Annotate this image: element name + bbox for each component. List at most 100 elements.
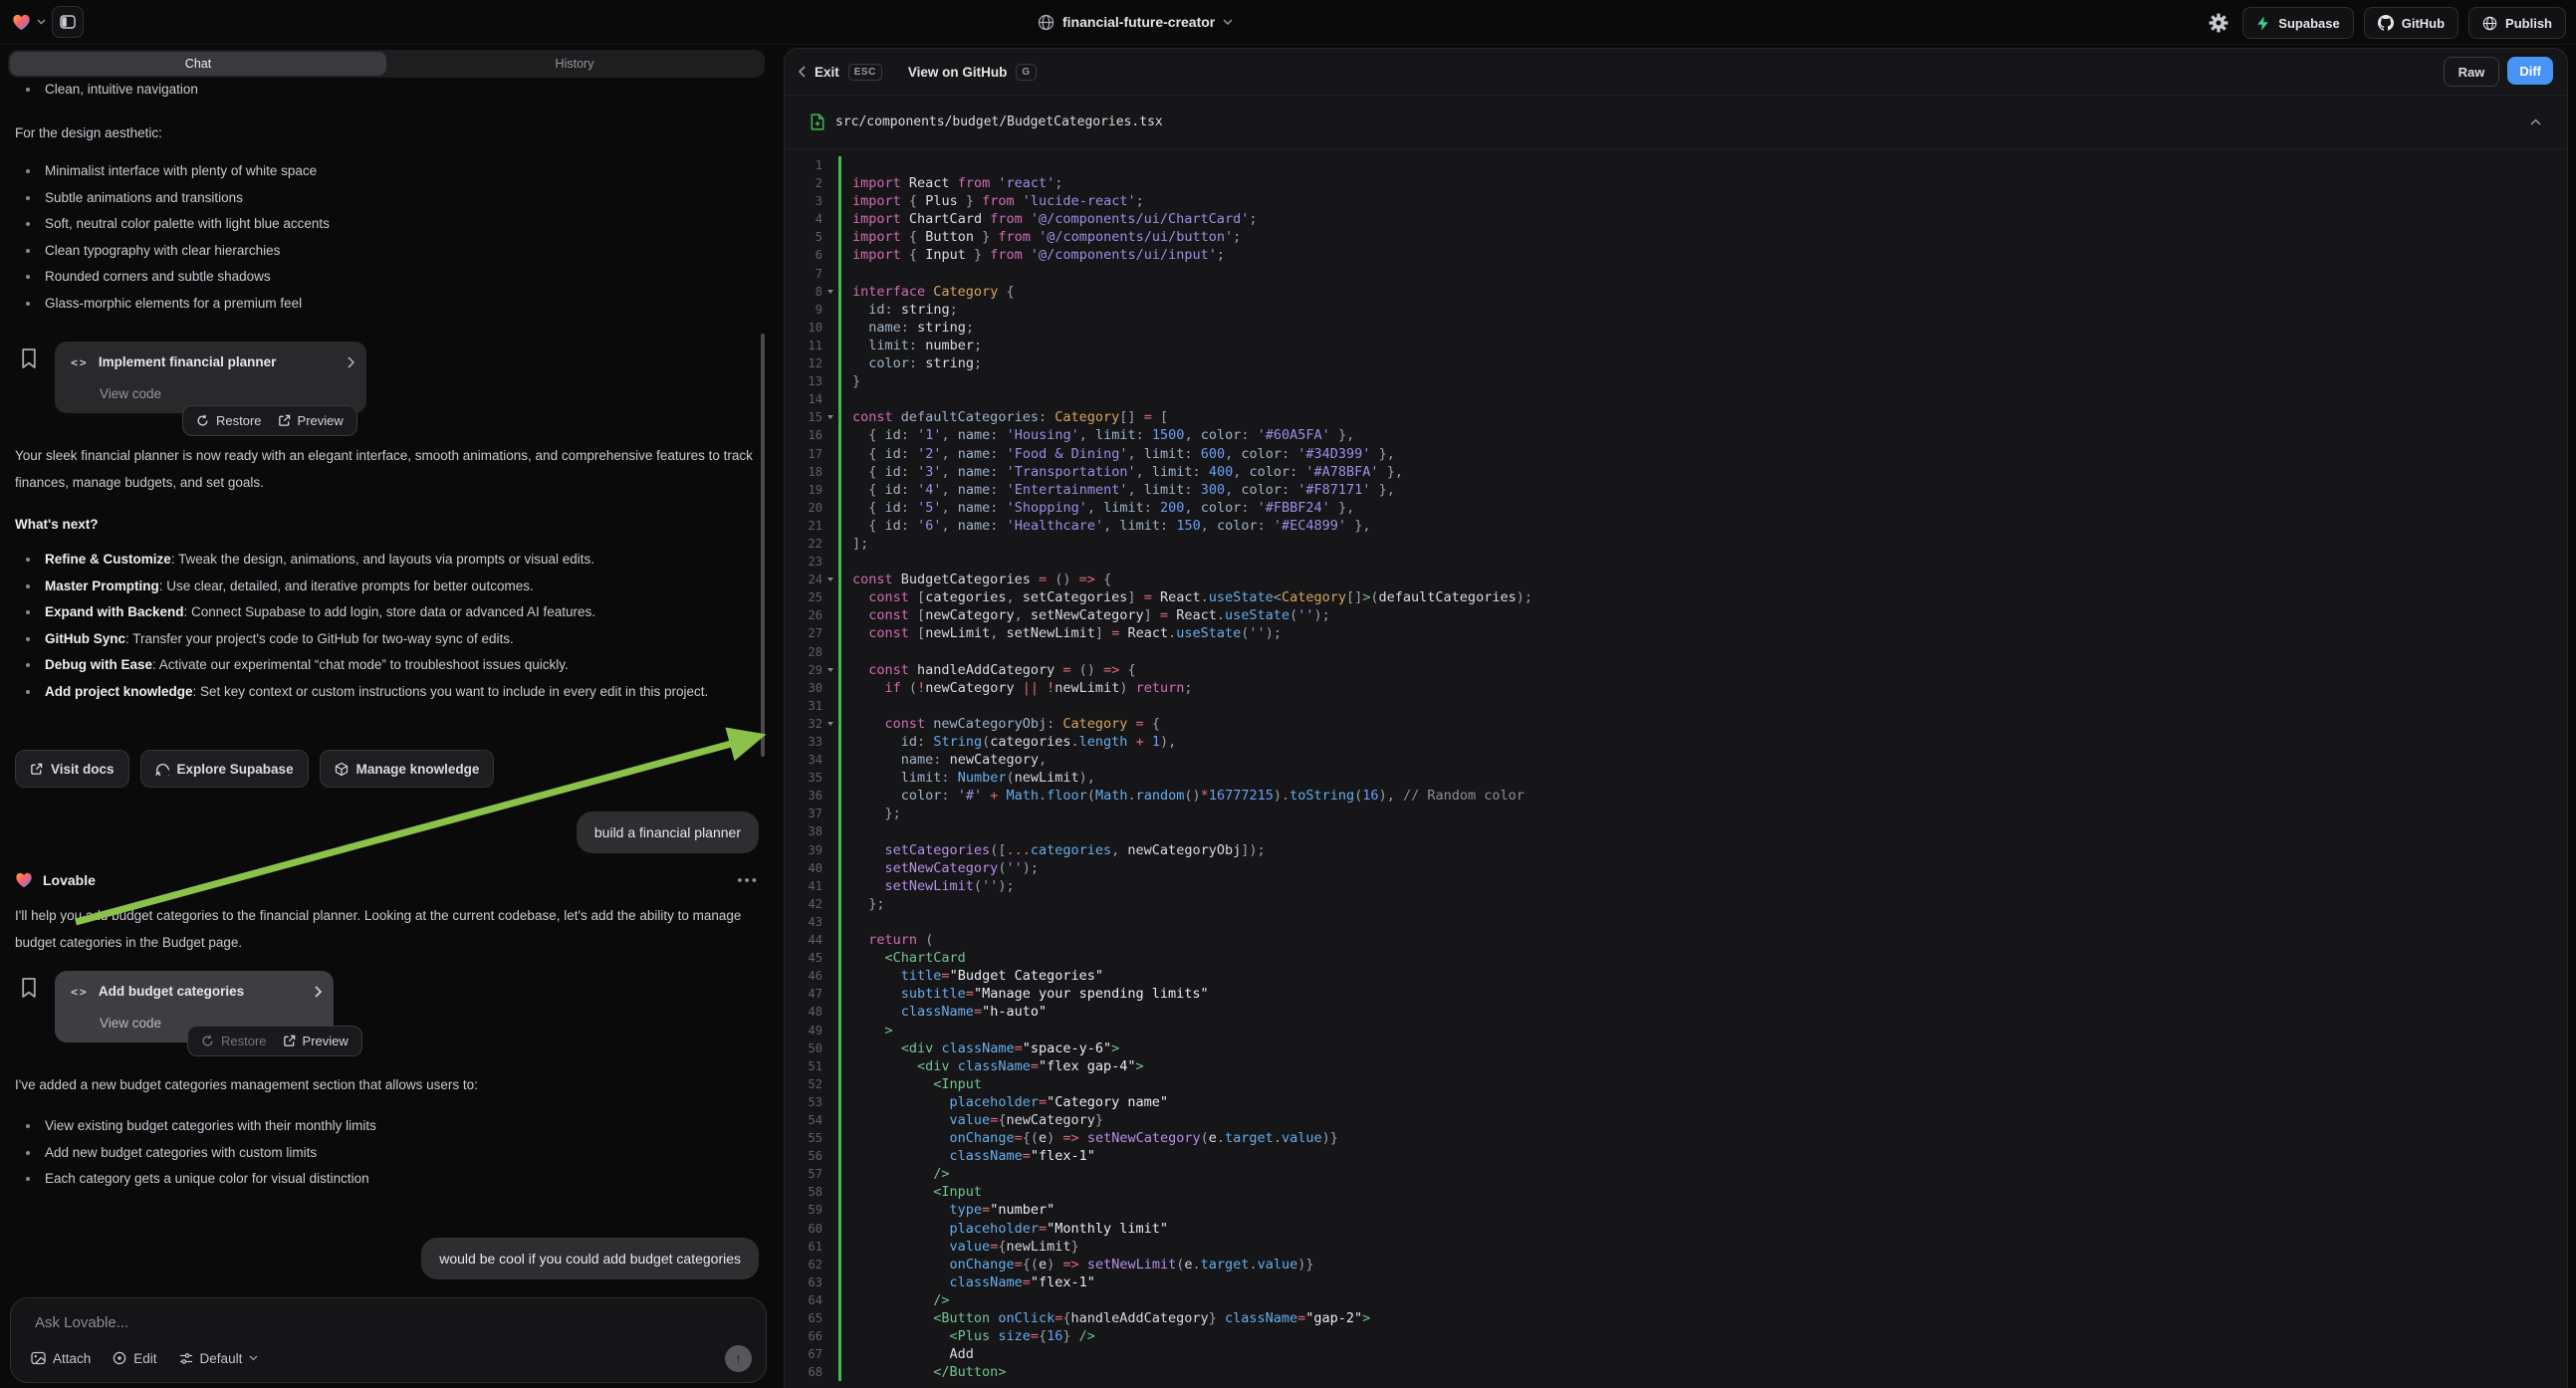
diff-button[interactable]: Diff — [2507, 57, 2553, 85]
code-line: 30 if (!newCategory || !newLimit) return… — [793, 679, 2567, 697]
code-text: name: string; — [838, 319, 2567, 337]
mode-selector[interactable]: Default — [179, 1351, 259, 1366]
bullet-dot — [15, 1113, 45, 1140]
preview-button[interactable]: Preview — [278, 413, 344, 428]
sidebar-toggle-button[interactable] — [52, 6, 84, 38]
list-item: Debug with Ease: Activate our experiment… — [15, 652, 728, 679]
tab-chat[interactable]: Chat — [10, 52, 386, 76]
fold-caret-icon[interactable] — [822, 661, 838, 679]
whats-next-heading: What's next? — [15, 512, 98, 538]
fold-gutter — [822, 517, 838, 535]
code-line: 68 </Button> — [793, 1363, 2567, 1381]
version-card-implement-financial-planner[interactable]: <> Implement financial planner View code — [55, 342, 366, 413]
chat-input[interactable] — [33, 1312, 744, 1348]
chevron-down-icon[interactable] — [37, 19, 46, 25]
code-text — [838, 643, 2567, 661]
bullet-dot — [15, 679, 45, 706]
chat-scrollbar[interactable] — [761, 334, 765, 757]
restore-icon — [201, 1035, 214, 1047]
preview-button[interactable]: Preview — [283, 1034, 349, 1048]
code-line: 40 setNewCategory(''); — [793, 859, 2567, 877]
bullet-dot — [15, 652, 45, 679]
line-number: 34 — [793, 751, 822, 769]
supabase-button[interactable]: Supabase — [2242, 7, 2353, 39]
bookmark-icon[interactable] — [20, 977, 38, 999]
view-on-github-button[interactable]: View on GitHub G — [908, 64, 1037, 81]
send-button[interactable]: ↑ — [725, 1345, 752, 1372]
code-text: import { Button } from '@/components/ui/… — [838, 228, 2567, 246]
bookmark-icon[interactable] — [20, 347, 38, 369]
exit-button[interactable]: Exit ESC — [799, 64, 882, 81]
line-number: 20 — [793, 499, 822, 517]
code-line: 22]; — [793, 535, 2567, 553]
intro-bullet-list: Clean, intuitive navigation — [15, 77, 752, 104]
fold-gutter — [822, 841, 838, 859]
lovable-heart-icon[interactable] — [12, 14, 31, 31]
fold-caret-icon[interactable] — [822, 571, 838, 588]
code-text: { id: '5', name: 'Shopping', limit: 200,… — [838, 499, 2567, 517]
fold-gutter — [822, 445, 838, 463]
supabase-bolt-icon — [2256, 16, 2270, 31]
line-number: 8 — [793, 283, 822, 301]
view-code-link[interactable]: View code — [100, 1016, 161, 1031]
attach-button[interactable]: Attach — [31, 1351, 91, 1366]
fold-gutter — [822, 588, 838, 606]
edit-button[interactable]: Edit — [113, 1351, 156, 1366]
code-text: id: string; — [838, 301, 2567, 319]
line-number: 64 — [793, 1291, 822, 1309]
code-line: 14 — [793, 390, 2567, 408]
assistant-summary-1: Your sleek financial planner is now read… — [15, 442, 760, 496]
code-text: { id: '2', name: 'Food & Dining', limit:… — [838, 445, 2567, 463]
code-line: 57 /> — [793, 1165, 2567, 1183]
project-switcher[interactable]: financial-future-creator — [1038, 0, 1233, 44]
globe-icon — [1038, 14, 1054, 31]
restore-button[interactable]: Restore — [196, 413, 262, 428]
line-number: 49 — [793, 1022, 822, 1040]
fold-gutter — [822, 931, 838, 949]
view-code-link[interactable]: View code — [100, 386, 161, 401]
fold-caret-icon[interactable] — [822, 715, 838, 733]
github-button[interactable]: GitHub — [2364, 7, 2459, 39]
code-viewer-header: Exit ESC View on GitHub G Raw Diff — [785, 49, 2567, 96]
fold-gutter — [822, 265, 838, 283]
code-viewer-panel: Exit ESC View on GitHub G Raw Diff src/c… — [784, 48, 2568, 1388]
line-number: 25 — [793, 588, 822, 606]
line-number: 54 — [793, 1111, 822, 1129]
manage-knowledge-button[interactable]: Manage knowledge — [320, 750, 495, 788]
code-line: 13} — [793, 372, 2567, 390]
code-line: 62 onChange={(e) => setNewLimit(e.target… — [793, 1256, 2567, 1273]
fold-gutter — [822, 1291, 838, 1309]
code-line: 42 }; — [793, 895, 2567, 913]
publish-button[interactable]: Publish — [2468, 7, 2566, 39]
code-line: 32 const newCategoryObj: Category = { — [793, 715, 2567, 733]
restore-button[interactable]: Restore — [201, 1034, 267, 1048]
fold-caret-icon[interactable] — [822, 408, 838, 426]
line-number: 26 — [793, 606, 822, 624]
line-number: 14 — [793, 390, 822, 408]
visit-docs-button[interactable]: Visit docs — [15, 750, 129, 788]
settings-button[interactable] — [2205, 13, 2232, 33]
code-text: }; — [838, 895, 2567, 913]
code-text: > — [838, 1022, 2567, 1040]
code-line: 25 const [categories, setCategories] = R… — [793, 588, 2567, 606]
fold-gutter — [822, 1345, 838, 1363]
collapse-file-button[interactable] — [2530, 118, 2541, 125]
code-text: const [newLimit, setNewLimit] = React.us… — [838, 624, 2567, 642]
fold-caret-icon[interactable] — [822, 283, 838, 301]
line-number: 63 — [793, 1273, 822, 1291]
message-menu-button[interactable]: ••• — [737, 872, 759, 889]
raw-button[interactable]: Raw — [2444, 57, 2500, 87]
list-item: Master Prompting: Use clear, detailed, a… — [15, 574, 728, 600]
file-row[interactable]: src/components/budget/BudgetCategories.t… — [785, 95, 2567, 149]
code-line: 52 <Input — [793, 1075, 2567, 1093]
fold-gutter — [822, 1093, 838, 1111]
code-text: id: String(categories.length + 1), — [838, 733, 2567, 751]
list-item: Clean, intuitive navigation — [15, 77, 752, 104]
design-heading: For the design aesthetic: — [15, 119, 162, 146]
line-number: 48 — [793, 1003, 822, 1021]
line-number: 18 — [793, 463, 822, 481]
explore-supabase-button[interactable]: Explore Supabase — [140, 750, 309, 788]
list-item: Each category gets a unique color for vi… — [15, 1166, 752, 1193]
tab-history[interactable]: History — [386, 52, 763, 76]
code-text — [838, 553, 2567, 571]
